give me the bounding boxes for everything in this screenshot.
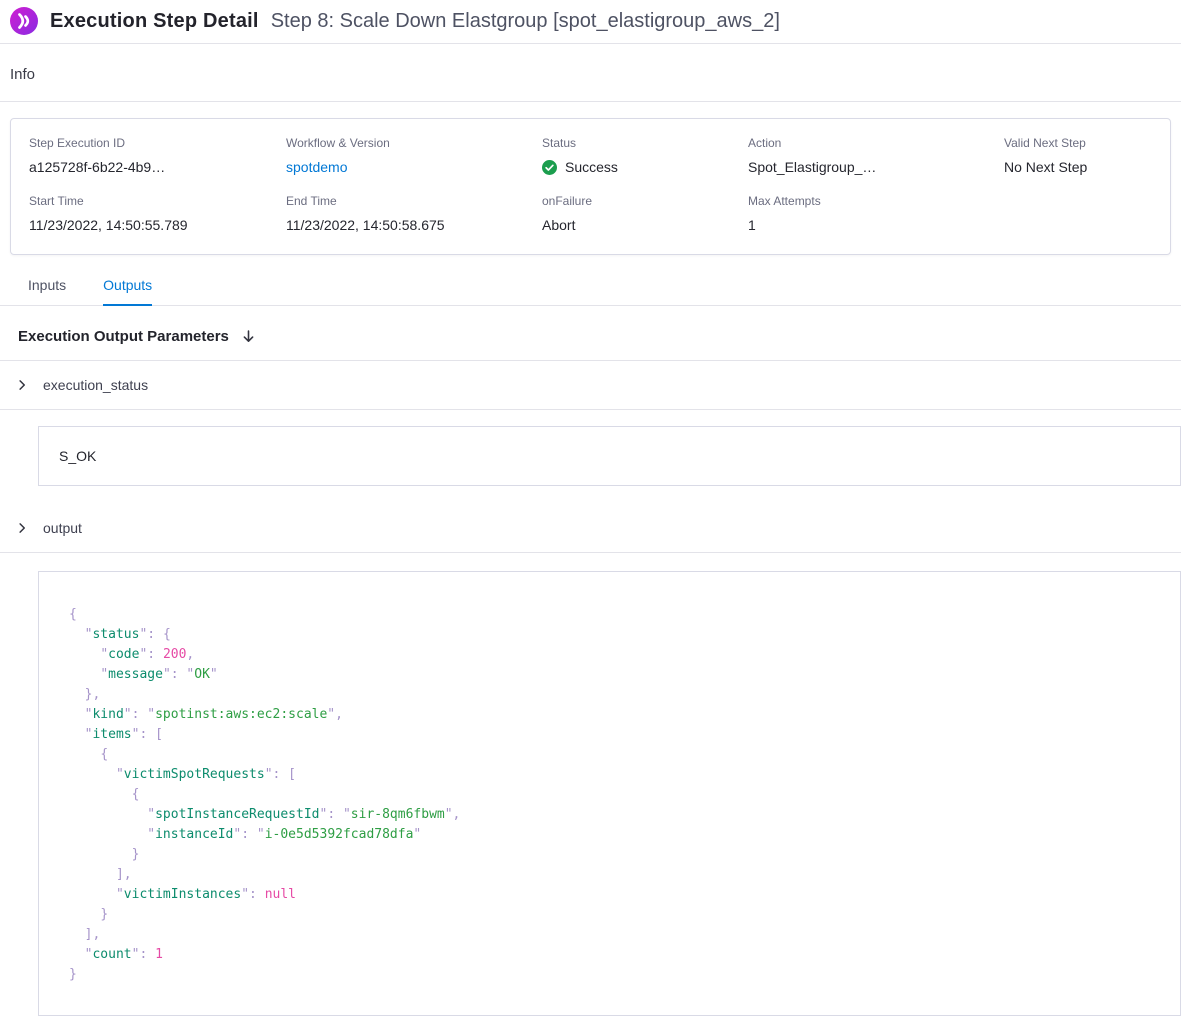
info-field-value[interactable]: spotdemo xyxy=(286,159,542,175)
info-card-row: Start Time 11/23/2022, 14:50:55.789End Ti… xyxy=(29,194,1152,233)
status-text: Success xyxy=(565,159,618,175)
page-subtitle: Step 8: Scale Down Elastgroup [spot_elas… xyxy=(271,10,780,33)
info-section-label: Info xyxy=(0,44,1181,102)
info-field-value: 11/23/2022, 14:50:58.675 xyxy=(286,217,542,233)
info-field-label: Workflow & Version xyxy=(286,136,542,150)
info-field-value: Spot_Elastigroup_… xyxy=(748,159,1004,175)
info-field-value: Success xyxy=(542,159,748,175)
info-field-label: Action xyxy=(748,136,1004,150)
tab-bar: Inputs Outputs xyxy=(0,255,1181,306)
execution-step-detail-page: Execution Step Detail Step 8: Scale Down… xyxy=(0,0,1181,1016)
info-field-label: Max Attempts xyxy=(748,194,1004,208)
info-field-label: onFailure xyxy=(542,194,748,208)
output-params-header: Execution Output Parameters xyxy=(0,306,1181,361)
info-field: onFailure Abort xyxy=(542,194,748,233)
info-card-row: Step Execution ID a125728f-6b22-4b9…Workf… xyxy=(29,136,1152,175)
param-row-execution-status[interactable]: execution_status xyxy=(0,361,1181,410)
arrow-down-icon[interactable] xyxy=(241,329,256,344)
chevron-right-icon[interactable] xyxy=(16,379,28,391)
app-logo-icon[interactable] xyxy=(10,7,38,35)
info-field: Step Execution ID a125728f-6b22-4b9… xyxy=(29,136,286,175)
info-field-value: 1 xyxy=(748,217,1004,233)
param-name-output: output xyxy=(43,520,82,536)
tab-outputs[interactable]: Outputs xyxy=(103,277,152,306)
info-card: Step Execution ID a125728f-6b22-4b9…Workf… xyxy=(10,118,1171,255)
info-field: Workflow & Version spotdemo xyxy=(286,136,542,175)
info-field-value: a125728f-6b22-4b9… xyxy=(29,159,286,175)
info-field-value: No Next Step xyxy=(1004,159,1152,175)
info-field-label: End Time xyxy=(286,194,542,208)
execution-status-value: S_OK xyxy=(59,448,96,464)
json-content: { "status": { "code": 200, "message": "O… xyxy=(69,605,1150,985)
execution-status-value-box: S_OK xyxy=(38,426,1181,486)
tab-inputs[interactable]: Inputs xyxy=(28,277,66,305)
info-field-label: Start Time xyxy=(29,194,286,208)
param-name-execution-status: execution_status xyxy=(43,377,148,393)
info-field-value: Abort xyxy=(542,217,748,233)
info-field: End Time 11/23/2022, 14:50:58.675 xyxy=(286,194,542,233)
info-field: Status Success xyxy=(542,136,748,175)
info-field: Max Attempts 1 xyxy=(748,194,1004,233)
chevron-right-icon[interactable] xyxy=(16,522,28,534)
output-json-viewer: { "status": { "code": 200, "message": "O… xyxy=(38,571,1181,1016)
page-title: Execution Step Detail xyxy=(50,10,259,33)
param-row-output[interactable]: output xyxy=(0,504,1181,553)
info-field: Valid Next Step No Next Step xyxy=(1004,136,1152,175)
info-field-label: Valid Next Step xyxy=(1004,136,1152,150)
info-field-label: Status xyxy=(542,136,748,150)
output-params-title: Execution Output Parameters xyxy=(18,328,229,345)
info-field: Start Time 11/23/2022, 14:50:55.789 xyxy=(29,194,286,233)
page-header: Execution Step Detail Step 8: Scale Down… xyxy=(0,0,1181,44)
info-field-value: 11/23/2022, 14:50:55.789 xyxy=(29,217,286,233)
info-field: Action Spot_Elastigroup_… xyxy=(748,136,1004,175)
success-check-icon xyxy=(542,160,557,175)
info-field-label: Step Execution ID xyxy=(29,136,286,150)
